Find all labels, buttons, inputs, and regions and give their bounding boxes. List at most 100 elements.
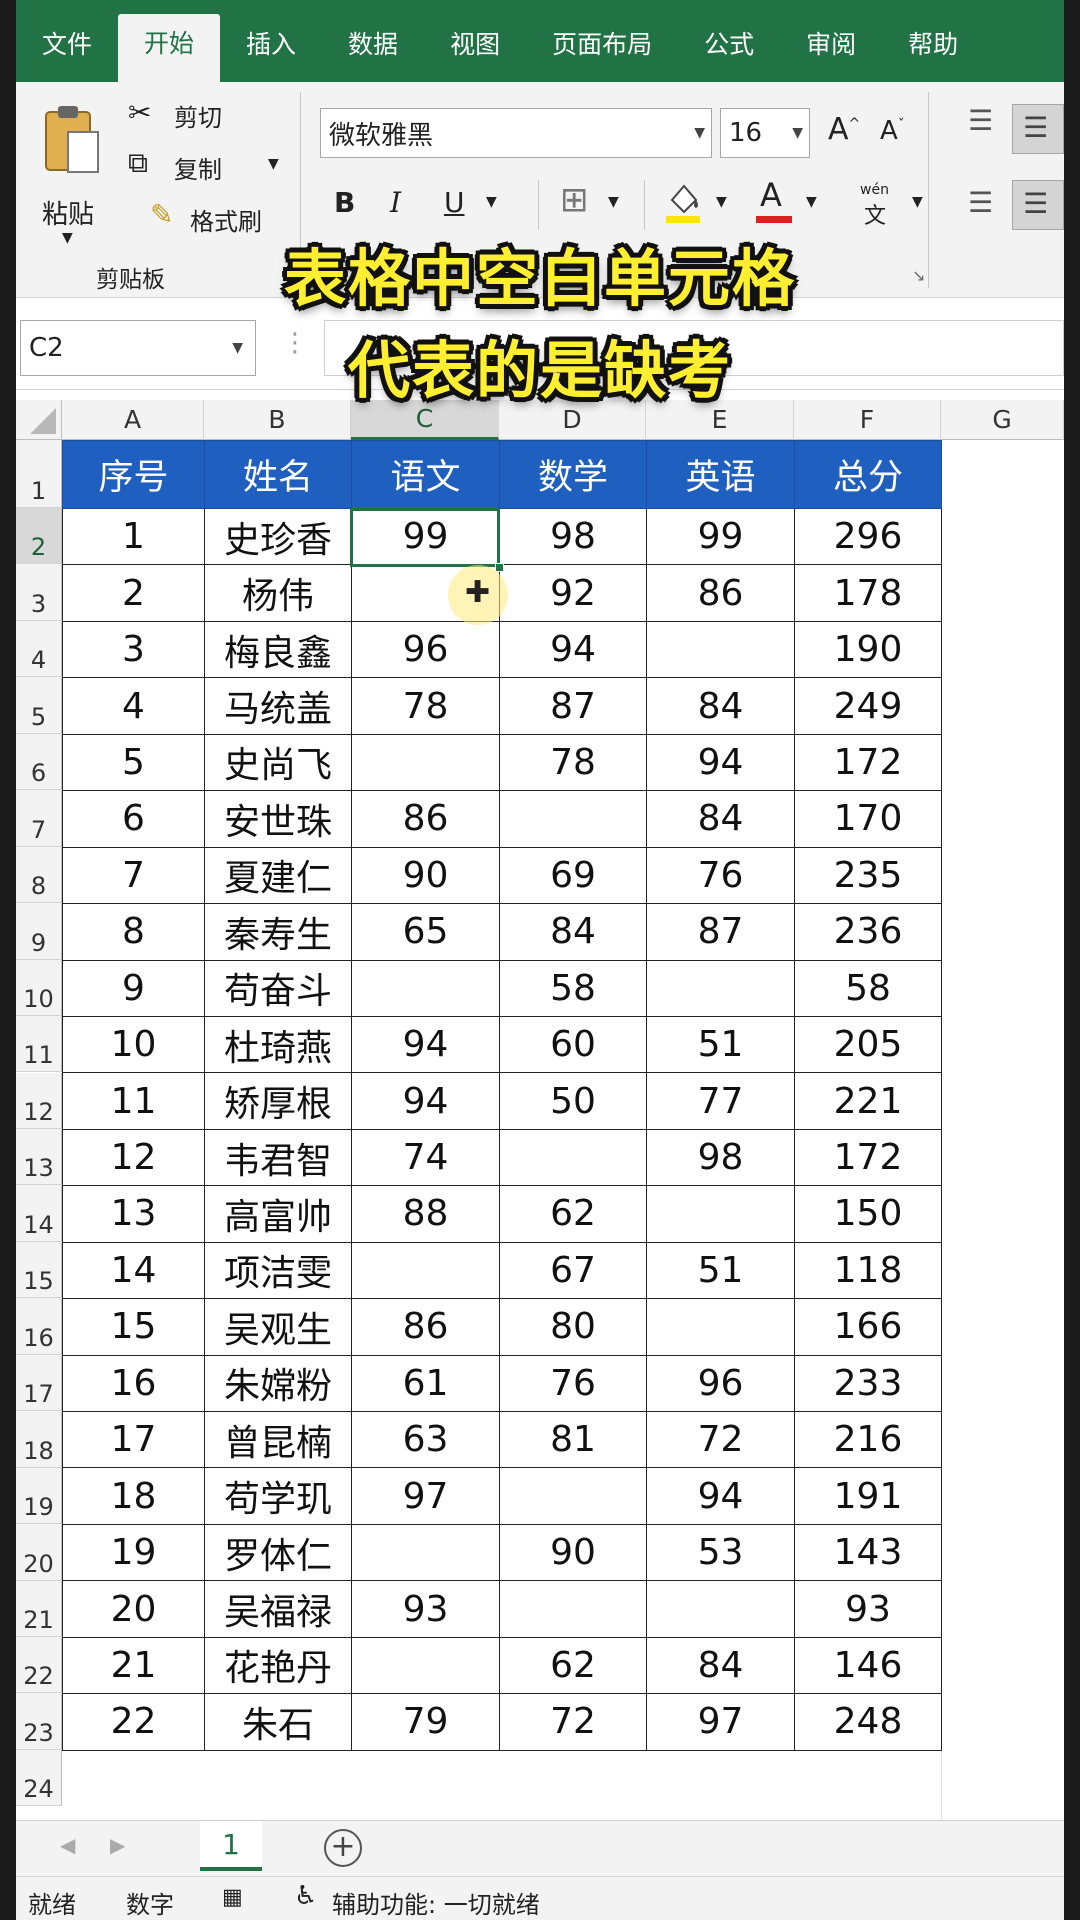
table-cell[interactable]: 高富帅: [204, 1185, 352, 1243]
italic-button[interactable]: I: [390, 186, 401, 219]
table-cell[interactable]: 78: [499, 733, 647, 792]
status-accessibility[interactable]: 辅助功能: 一切就绪: [332, 1885, 540, 1920]
tab-data[interactable]: 数据: [322, 0, 424, 82]
table-cell[interactable]: 罗体仁: [204, 1523, 352, 1582]
table-cell[interactable]: 150: [794, 1185, 942, 1243]
row-header[interactable]: 15: [16, 1241, 62, 1299]
table-cell[interactable]: 14: [62, 1241, 205, 1300]
table-cell[interactable]: 87: [499, 677, 647, 735]
accessibility-icon[interactable]: ♿: [294, 1881, 317, 1911]
table-cell[interactable]: 史珍香: [204, 507, 352, 566]
table-cell[interactable]: 吴观生: [204, 1298, 352, 1356]
shrink-font-button[interactable]: Aˇ: [880, 116, 905, 146]
table-cell[interactable]: 吴福禄: [204, 1580, 352, 1638]
add-sheet-icon[interactable]: +: [324, 1829, 362, 1867]
tab-file[interactable]: 文件: [16, 0, 118, 82]
table-cell[interactable]: 苟奋斗: [204, 959, 352, 1017]
table-cell[interactable]: 84: [499, 903, 647, 961]
table-cell[interactable]: 72: [646, 1410, 795, 1469]
table-cell[interactable]: 84: [646, 1636, 795, 1695]
table-cell[interactable]: [351, 1241, 500, 1300]
table-cell[interactable]: 190: [794, 620, 942, 679]
table-cell[interactable]: 248: [794, 1693, 942, 1751]
table-cell[interactable]: 苟学玑: [204, 1467, 352, 1525]
table-cell[interactable]: 20: [62, 1580, 205, 1638]
tab-page-layout[interactable]: 页面布局: [526, 0, 678, 82]
table-cell[interactable]: 80: [499, 1298, 647, 1356]
row-header[interactable]: 3: [16, 564, 62, 621]
table-cell[interactable]: 67: [499, 1241, 647, 1300]
table-cell[interactable]: 21: [62, 1636, 205, 1695]
row-header[interactable]: 21: [16, 1580, 62, 1637]
row-header[interactable]: 9: [16, 903, 62, 960]
table-cell[interactable]: 朱石: [204, 1693, 352, 1751]
header-cell[interactable]: 数学: [499, 440, 647, 509]
table-cell[interactable]: 76: [646, 846, 795, 905]
table-cell[interactable]: 97: [646, 1693, 795, 1751]
header-cell[interactable]: 序号: [62, 440, 205, 509]
row-header[interactable]: 7: [16, 790, 62, 847]
table-cell[interactable]: 191: [794, 1467, 942, 1525]
row-header[interactable]: 4: [16, 620, 62, 678]
table-cell[interactable]: 项洁雯: [204, 1241, 352, 1300]
align-center-button[interactable]: ☰: [1012, 180, 1064, 230]
header-cell[interactable]: 语文: [351, 440, 500, 509]
table-cell[interactable]: 76: [499, 1354, 647, 1413]
table-cell[interactable]: 143: [794, 1523, 942, 1582]
table-cell[interactable]: 72: [499, 1693, 647, 1751]
table-cell[interactable]: 98: [646, 1128, 795, 1187]
table-cell[interactable]: 216: [794, 1410, 942, 1469]
table-cell[interactable]: 杨伟: [204, 564, 352, 622]
table-cell[interactable]: 12: [62, 1128, 205, 1187]
row-header[interactable]: 17: [16, 1354, 62, 1412]
row-header[interactable]: 23: [16, 1693, 62, 1750]
table-cell[interactable]: 94: [499, 620, 647, 679]
row-header[interactable]: 24: [16, 1749, 62, 1807]
table-cell[interactable]: 53: [646, 1523, 795, 1582]
tab-help[interactable]: 帮助: [882, 0, 984, 82]
table-cell[interactable]: 96: [646, 1354, 795, 1413]
table-cell[interactable]: 87: [646, 903, 795, 961]
table-cell[interactable]: 90: [351, 846, 500, 905]
table-cell[interactable]: 8: [62, 903, 205, 961]
tab-insert[interactable]: 插入: [220, 0, 322, 82]
underline-button[interactable]: U: [444, 186, 465, 219]
table-cell[interactable]: [351, 1523, 500, 1582]
table-cell[interactable]: 172: [794, 1128, 942, 1187]
table-cell[interactable]: 秦寿生: [204, 903, 352, 961]
row-header[interactable]: 22: [16, 1637, 62, 1694]
table-cell[interactable]: 69: [499, 846, 647, 905]
row-header[interactable]: 19: [16, 1467, 62, 1525]
align-top-icon[interactable]: ☰: [968, 104, 993, 137]
table-cell[interactable]: 249: [794, 677, 942, 735]
row-header[interactable]: 5: [16, 677, 62, 734]
align-left-icon[interactable]: ☰: [968, 186, 993, 219]
fill-color-button[interactable]: [662, 178, 704, 224]
row-header[interactable]: 13: [16, 1128, 62, 1186]
table-cell[interactable]: 62: [499, 1636, 647, 1695]
table-cell[interactable]: 2: [62, 564, 205, 622]
table-cell[interactable]: 50: [499, 1072, 647, 1130]
phonetic-guide-button[interactable]: wén 文: [858, 182, 898, 229]
table-cell[interactable]: 9: [62, 959, 205, 1017]
table-cell[interactable]: 98: [499, 507, 647, 566]
table-cell[interactable]: 166: [794, 1298, 942, 1356]
table-cell[interactable]: 63: [351, 1410, 500, 1469]
table-cell[interactable]: 296: [794, 507, 942, 566]
table-cell[interactable]: 84: [646, 790, 795, 848]
table-cell[interactable]: 梅良鑫: [204, 620, 352, 679]
table-cell[interactable]: [646, 959, 795, 1017]
font-color-button[interactable]: A: [754, 176, 794, 226]
table-cell[interactable]: 77: [646, 1072, 795, 1130]
table-cell[interactable]: [499, 1128, 647, 1187]
table-cell[interactable]: 马统盖: [204, 677, 352, 735]
row-header[interactable]: 6: [16, 733, 62, 791]
table-cell[interactable]: 92: [499, 564, 647, 622]
table-cell[interactable]: 94: [351, 1015, 500, 1074]
table-cell[interactable]: 4: [62, 677, 205, 735]
table-cell[interactable]: [646, 1185, 795, 1243]
table-cell[interactable]: 18: [62, 1467, 205, 1525]
table-cell[interactable]: 矫厚根: [204, 1072, 352, 1130]
table-cell[interactable]: [351, 959, 500, 1017]
table-cell[interactable]: 安世珠: [204, 790, 352, 848]
